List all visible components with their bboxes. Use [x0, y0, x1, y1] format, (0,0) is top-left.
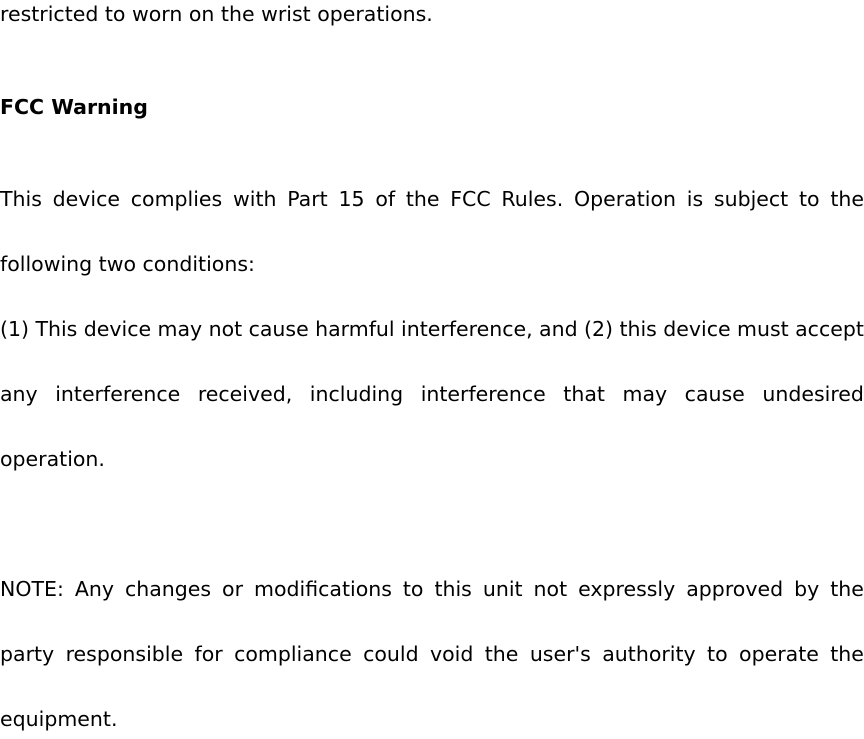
paragraph-line-any-interference: any interference received, including int…: [0, 381, 864, 407]
word: unit: [482, 577, 523, 601]
word: interference: [420, 382, 546, 406]
word: device: [52, 187, 120, 211]
word: not: [208, 317, 243, 341]
word: (2): [584, 317, 614, 341]
word: to: [402, 577, 424, 601]
word: may: [157, 317, 203, 341]
word: could: [363, 642, 419, 666]
word: the: [405, 187, 440, 211]
word: 15: [338, 187, 365, 211]
word: party: [0, 642, 55, 666]
word: must: [737, 317, 789, 341]
word: authority: [602, 642, 696, 666]
word: changes: [124, 577, 212, 601]
word: this: [434, 577, 472, 601]
word: (1): [0, 317, 30, 341]
word: this: [619, 317, 657, 341]
word: operate: [739, 642, 819, 666]
paragraph-line-this-device-complies: This device complies with Part 15 of the…: [0, 186, 864, 212]
word: or: [222, 577, 244, 601]
section-heading-fcc-warning: FCC Warning: [0, 95, 148, 119]
word: may: [622, 382, 668, 406]
word: responsible: [65, 642, 184, 666]
word: is: [686, 187, 704, 211]
paragraph-line-note-one: NOTE: Any changes or modifications to th…: [0, 576, 864, 602]
word: to: [707, 642, 728, 666]
word: any: [0, 382, 38, 406]
word: the: [830, 642, 864, 666]
paragraph-line-note-three: equipment.: [0, 707, 118, 731]
word: accept: [795, 317, 864, 341]
word: void: [429, 642, 474, 666]
word: to: [798, 187, 820, 211]
word: by: [794, 577, 820, 601]
word: FCC: [450, 187, 491, 211]
paragraph-line-restricted: restricted to worn on the wrist operatio…: [0, 2, 433, 26]
word: for: [194, 642, 223, 666]
word: cause: [248, 317, 309, 341]
word: interference: [55, 382, 181, 406]
word: Rules.: [501, 187, 564, 211]
word: cause: [684, 382, 745, 406]
paragraph-line-following-two-conditions: following two conditions:: [0, 252, 255, 276]
word: that: [563, 382, 605, 406]
word: the: [484, 642, 519, 666]
word: the: [830, 577, 864, 601]
word: expressly: [578, 577, 676, 601]
word: modifications: [254, 577, 392, 601]
word: with: [232, 187, 277, 211]
document-page: restricted to worn on the wrist operatio…: [0, 0, 864, 739]
word: the: [830, 187, 864, 211]
word: Part: [287, 187, 328, 211]
word: This: [0, 187, 42, 211]
word: This: [35, 317, 78, 341]
word: approved: [686, 577, 784, 601]
word: of: [375, 187, 396, 211]
word: including: [309, 382, 404, 406]
paragraph-line-note-two: party responsible for compliance could v…: [0, 641, 864, 667]
word: user's: [529, 642, 591, 666]
word: Operation: [573, 187, 677, 211]
word: subject: [713, 187, 789, 211]
word: device: [83, 317, 152, 341]
word: compliance: [234, 642, 352, 666]
word: and: [539, 317, 578, 341]
word: complies: [130, 187, 223, 211]
word: NOTE:: [0, 577, 64, 601]
word: received,: [197, 382, 293, 406]
word: not: [533, 577, 568, 601]
paragraph-line-operation: operation.: [0, 447, 105, 471]
word: device: [663, 317, 731, 341]
word: undesired: [762, 382, 864, 406]
word: harmful: [315, 317, 395, 341]
paragraph-line-condition-one: (1) This device may not cause harmful in…: [0, 316, 864, 342]
word: interference,: [401, 317, 533, 341]
word: Any: [74, 577, 114, 601]
